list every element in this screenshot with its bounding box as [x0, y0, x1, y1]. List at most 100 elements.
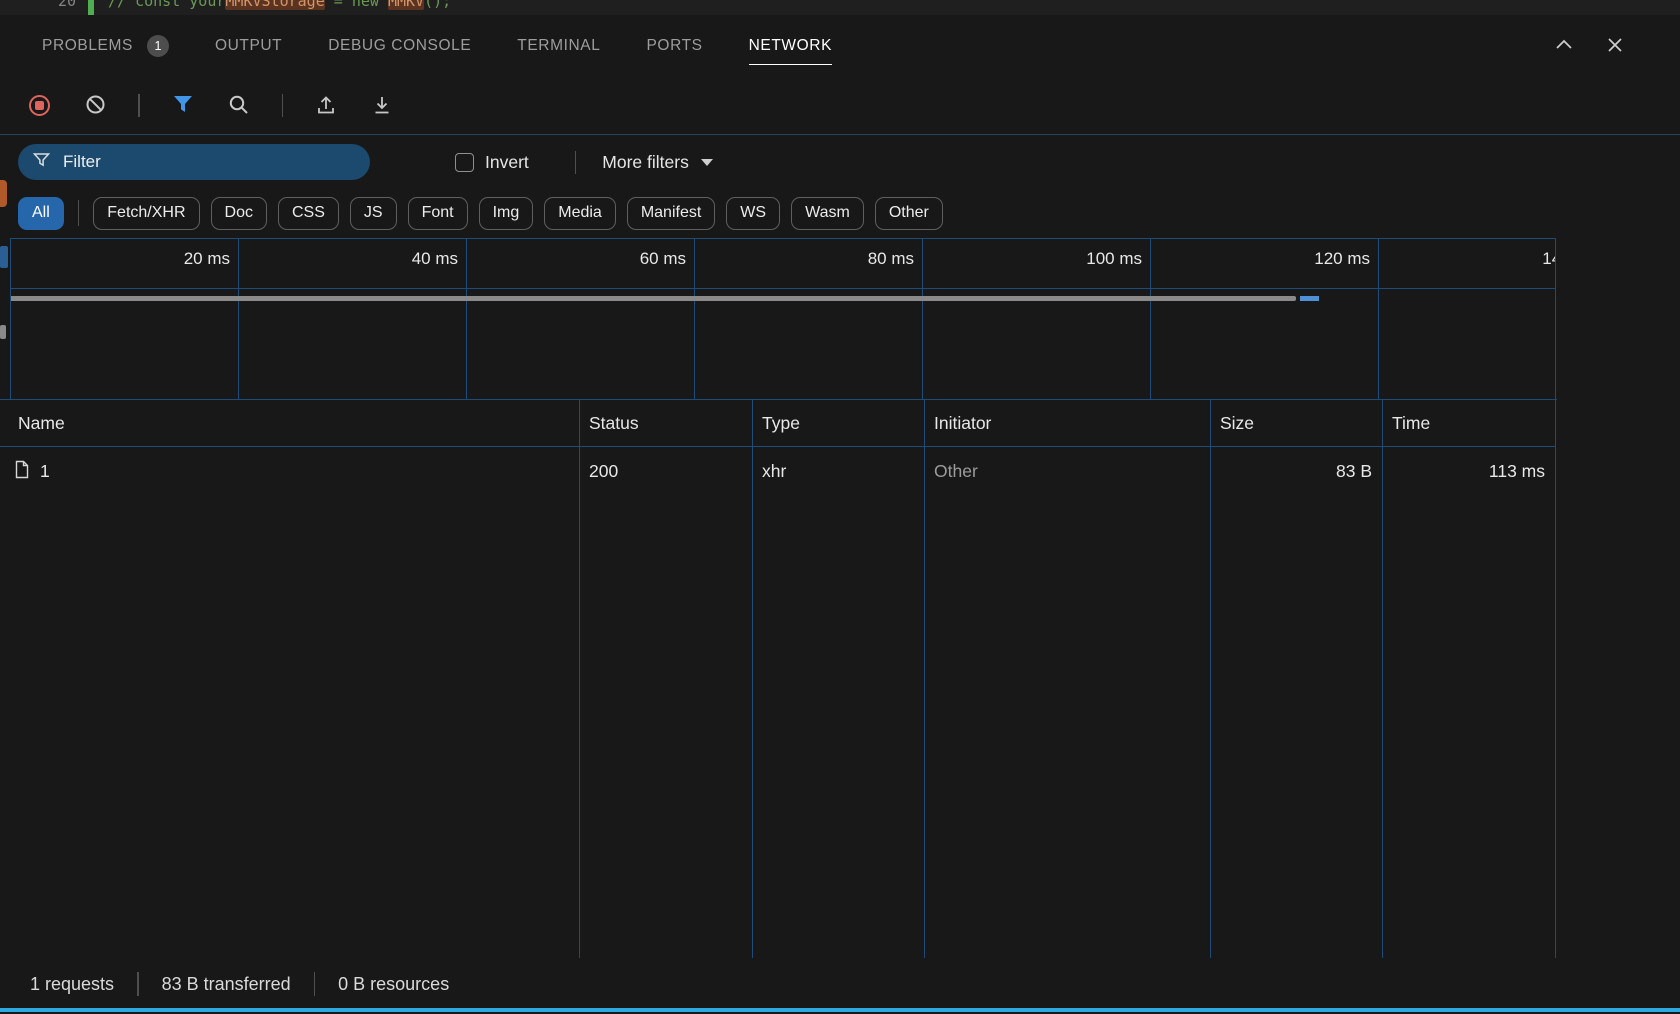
timeline-tick-label: 20 ms — [184, 249, 230, 269]
more-filters-label: More filters — [602, 152, 689, 173]
clear-icon — [85, 94, 106, 118]
request-row-status-cell[interactable]: 200 — [580, 447, 752, 496]
editor-code-strip: 20 // const yourMMKVStorage = new MMKV()… — [0, 0, 1680, 15]
toolbar-separator — [282, 94, 284, 117]
tab-debug-console[interactable]: DEBUG CONSOLE — [328, 15, 471, 77]
request-row-name-cell[interactable]: 1 — [0, 447, 579, 496]
overview-request-bar — [1300, 296, 1319, 301]
export-har-button[interactable] — [369, 93, 395, 119]
chip-fetch-xhr[interactable]: Fetch/XHR — [93, 197, 199, 230]
close-icon — [1605, 35, 1625, 58]
request-row-initiator-cell[interactable]: Other — [925, 447, 1210, 496]
timeline-column: 60 ms — [467, 239, 695, 399]
code-line: // const yourMMKVStorage = new MMKV(); — [108, 0, 451, 10]
timeline-tick-label: 140 ms — [1542, 249, 1556, 269]
timeline-column: 20 ms — [11, 239, 239, 399]
column-header-type[interactable]: Type — [753, 400, 924, 447]
clipped-editor-marker — [0, 180, 7, 207]
download-icon — [371, 93, 393, 118]
toolbar-divider — [0, 134, 1680, 135]
problems-count-badge: 1 — [147, 35, 169, 57]
panel-bottom-border — [0, 1008, 1680, 1012]
chip-manifest[interactable]: Manifest — [627, 197, 715, 230]
request-row-type-cell[interactable]: xhr — [753, 447, 924, 496]
panel-actions — [1553, 34, 1625, 59]
chip-doc[interactable]: Doc — [211, 197, 267, 230]
import-har-button[interactable] — [313, 93, 339, 119]
column-type: Type xhr — [753, 400, 925, 958]
tab-label: DEBUG CONSOLE — [328, 37, 471, 55]
filter-input[interactable]: Filter — [18, 144, 370, 180]
overview-elapsed-bar — [11, 296, 1296, 301]
column-header-size[interactable]: Size — [1211, 400, 1382, 447]
chevron-down-icon — [701, 159, 713, 166]
filter-bar: Filter Invert More filters — [0, 136, 1680, 188]
line-number: 20 — [58, 0, 76, 10]
summary-separator — [137, 972, 139, 996]
request-row-time-cell[interactable]: 113 ms — [1383, 447, 1555, 496]
clear-network-log-button[interactable] — [82, 93, 108, 119]
chip-other[interactable]: Other — [875, 197, 943, 230]
request-row-size-cell[interactable]: 83 B — [1211, 447, 1382, 496]
invert-label: Invert — [485, 152, 529, 173]
chip-js[interactable]: JS — [350, 197, 397, 230]
tab-label: PORTS — [646, 37, 702, 55]
chip-css[interactable]: CSS — [278, 197, 339, 230]
document-icon — [14, 460, 30, 484]
panel-tabbar: PROBLEMS 1 OUTPUT DEBUG CONSOLE TERMINAL… — [0, 15, 1680, 77]
timeline-header-divider — [11, 288, 1555, 289]
chip-wasm[interactable]: Wasm — [791, 197, 864, 230]
filter-placeholder: Filter — [63, 152, 101, 172]
tab-label: OUTPUT — [215, 37, 282, 55]
timeline-column: 100 ms — [923, 239, 1151, 399]
maximize-panel-button[interactable] — [1553, 34, 1575, 59]
invert-filter-checkbox[interactable]: Invert — [455, 152, 529, 173]
vscode-bottom-panel: 20 // const yourMMKVStorage = new MMKV()… — [0, 0, 1680, 1014]
tab-ports[interactable]: PORTS — [646, 15, 702, 77]
tab-terminal[interactable]: TERMINAL — [517, 15, 600, 77]
chip-media[interactable]: Media — [544, 197, 616, 230]
more-filters-dropdown[interactable]: More filters — [602, 152, 713, 173]
network-summary-bar: 1 requests 83 B transferred 0 B resource… — [0, 958, 1680, 1010]
filter-separator — [575, 151, 577, 174]
chip-ws[interactable]: WS — [726, 197, 780, 230]
column-name: Name 1 — [0, 400, 580, 958]
tab-label: NETWORK — [749, 37, 832, 55]
request-name: 1 — [40, 461, 50, 482]
resources-size: 0 B resources — [338, 974, 449, 995]
chip-all[interactable]: All — [18, 197, 64, 230]
search-highlight: MMKV — [388, 0, 424, 10]
summary-separator — [314, 972, 316, 996]
timeline-tick-label: 80 ms — [868, 249, 914, 269]
timeline-column: 80 ms — [695, 239, 923, 399]
column-header-time[interactable]: Time — [1383, 400, 1555, 447]
tab-output[interactable]: OUTPUT — [215, 15, 282, 77]
tab-problems[interactable]: PROBLEMS 1 — [42, 15, 169, 77]
search-network-button[interactable] — [226, 93, 252, 119]
search-highlight: MMKVStorage — [225, 0, 324, 10]
close-panel-button[interactable] — [1605, 35, 1625, 58]
code-text: = new — [325, 0, 388, 10]
timeline-column: 40 ms — [239, 239, 467, 399]
record-stop-icon — [29, 95, 50, 116]
timeline-grid: 20 ms 40 ms 60 ms 80 ms 100 ms 120 ms 14… — [11, 239, 1555, 399]
resource-type-filter-chips: All Fetch/XHR Doc CSS JS Font Img Media … — [0, 193, 1680, 233]
network-timeline-overview[interactable]: 20 ms 40 ms 60 ms 80 ms 100 ms 120 ms 14… — [10, 238, 1556, 399]
timeline-tick-label: 120 ms — [1314, 249, 1370, 269]
search-icon — [228, 94, 249, 118]
column-header-name[interactable]: Name — [0, 400, 579, 447]
record-network-log-button[interactable] — [26, 93, 52, 119]
requests-table: Name 1 Status 200 Type xhr Initiator Oth… — [0, 399, 1557, 958]
clipped-edge-element — [0, 325, 6, 339]
column-header-status[interactable]: Status — [580, 400, 752, 447]
checkbox-box — [455, 153, 474, 172]
column-header-initiator[interactable]: Initiator — [925, 400, 1210, 447]
filter-toggle-button[interactable] — [170, 93, 196, 119]
chip-font[interactable]: Font — [408, 197, 468, 230]
column-time: Time 113 ms — [1383, 400, 1556, 958]
transferred-size: 83 B transferred — [162, 974, 291, 995]
timeline-tick-label: 100 ms — [1086, 249, 1142, 269]
chip-img[interactable]: Img — [479, 197, 534, 230]
tab-label: PROBLEMS — [42, 37, 133, 55]
tab-network[interactable]: NETWORK — [749, 15, 832, 77]
